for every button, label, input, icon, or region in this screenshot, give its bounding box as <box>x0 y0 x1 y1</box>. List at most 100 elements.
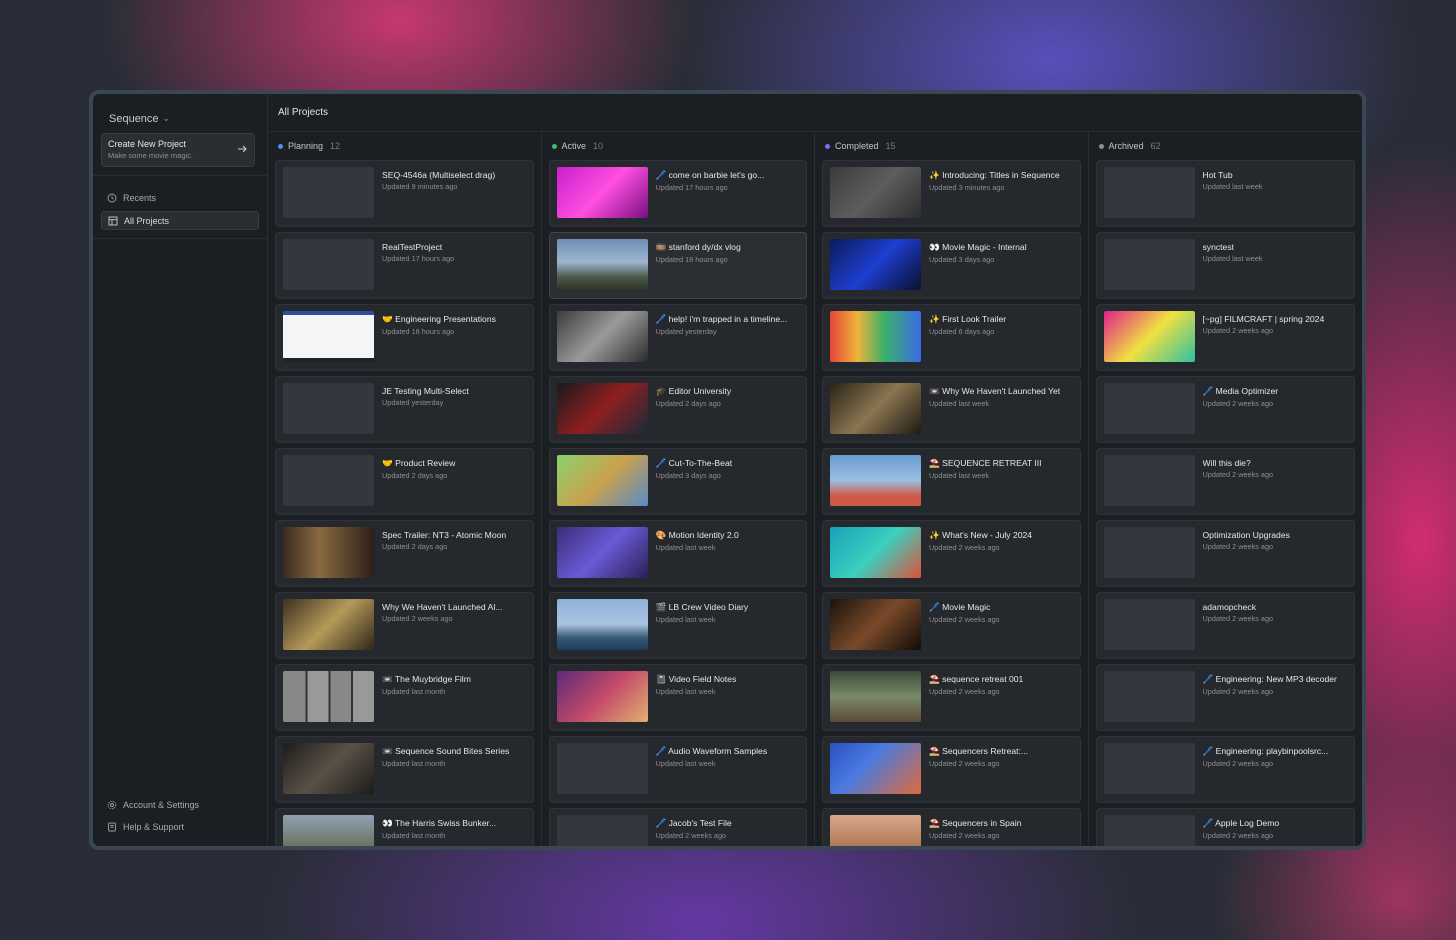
project-card[interactable]: Spec Trailer: NT3 - Atomic Moon Updated 2… <box>275 520 534 587</box>
project-updated: Updated last week <box>655 687 716 696</box>
status-dot <box>278 143 283 149</box>
project-thumbnail <box>556 383 648 434</box>
project-card[interactable]: 📼 Why We Haven't Launched Yet Updated las… <box>822 376 1081 443</box>
project-title: 🖊️ help! i'm trapped in a timeline... <box>655 314 788 324</box>
project-title: Spec Trailer: NT3 - Atomic Moon <box>382 530 507 540</box>
project-card[interactable]: Hot Tub Updated last week <box>1095 160 1355 227</box>
project-card[interactable]: 🖊️ Movie Magic Updated 2 weeks ago <box>822 592 1081 659</box>
project-title: 📓 Video Field Notes <box>655 674 737 684</box>
status-dot <box>1098 143 1104 149</box>
project-card[interactable]: 👀 Movie Magic - Internal Updated 3 days a… <box>822 232 1081 299</box>
project-card[interactable]: RealTestProject Updated 17 hours ago <box>275 232 534 299</box>
sidebar-item-all-projects[interactable]: All Projects <box>101 211 259 230</box>
project-thumbnail <box>556 239 648 290</box>
project-card[interactable]: 🖊️ Cut-To-The-Beat Updated 3 days ago <box>548 448 807 515</box>
project-title: RealTestProject <box>382 242 443 252</box>
project-card[interactable]: 🖊️ Jacob's Test File Updated 2 weeks ago <box>548 808 807 846</box>
project-card[interactable]: JE Testing Multi-Select Updated yesterday <box>275 376 534 443</box>
project-thumbnail <box>830 311 921 362</box>
project-meta: 🎞️ stanford dy/dx vlog Updated 18 hours a… <box>656 239 800 292</box>
project-card[interactable]: synctest Updated last week <box>1095 232 1355 299</box>
project-thumbnail <box>830 455 921 506</box>
project-card[interactable]: ⛱️ Sequencers Retreat:... Updated 2 weeks… <box>822 736 1081 803</box>
project-updated: Updated last week <box>929 471 990 480</box>
project-card[interactable]: 🎨 Motion Identity 2.0 Updated last week <box>548 520 807 587</box>
project-meta: 🖊️ Engineering: New MP3 decoder Updated 2… <box>1203 671 1348 724</box>
column-count: 12 <box>330 141 341 151</box>
column-header: Archived 62 <box>1096 132 1356 160</box>
arrow-right-icon <box>238 145 247 153</box>
project-title: 🤝 Engineering Presentations <box>382 314 496 324</box>
sidebar-bottom: Account & Settings Help & Support <box>101 792 255 836</box>
project-updated: Updated 2 weeks ago <box>1202 326 1274 335</box>
project-card[interactable]: 🤝 Product Review Updated 2 days ago <box>275 448 534 515</box>
project-updated: Updated 2 weeks ago <box>929 759 1000 768</box>
project-updated: Updated last week <box>1202 182 1263 191</box>
project-card[interactable]: ⛱️ SEQUENCE RETREAT III Updated last week <box>822 448 1081 515</box>
project-card[interactable]: ✨ What's New - July 2024 Updated 2 weeks … <box>822 520 1081 587</box>
project-card[interactable]: 🖊️ Audio Waveform Samples Updated last we… <box>548 736 807 803</box>
column-header: Planning 12 <box>275 132 534 160</box>
project-card[interactable]: Why We Haven't Launched Al... Updated 2 w… <box>275 592 534 659</box>
project-card[interactable]: 📼 The Muybridge Film Updated last month <box>275 664 534 731</box>
project-meta: SEQ-4546a (Multiselect drag) Updated 9 mi… <box>382 167 526 220</box>
project-updated: Updated 2 weeks ago <box>382 614 453 623</box>
project-card[interactable]: 🖊️ Engineering: New MP3 decoder Updated 2… <box>1095 664 1355 731</box>
project-card[interactable]: adamopcheck Updated 2 weeks ago <box>1095 592 1355 659</box>
project-meta: adamopcheck Updated 2 weeks ago <box>1203 599 1348 652</box>
project-meta: ⛱️ SEQUENCE RETREAT III Updated last week <box>929 455 1073 508</box>
column-archived: Archived 62 Hot Tub Updated last week syncte… <box>1089 132 1363 846</box>
project-title: SEQ-4546a (Multiselect drag) <box>382 170 496 180</box>
project-card[interactable]: 🖊️ Engineering: playbinpoolsrc... Updated… <box>1095 736 1355 803</box>
project-title: ⛱️ Sequencers in Spain <box>929 818 1022 828</box>
sidebar-item-account-settings[interactable]: Account & Settings <box>101 795 255 814</box>
column-title: Active <box>561 141 587 151</box>
project-thumbnail <box>1103 167 1195 218</box>
project-meta: 📓 Video Field Notes Updated last week <box>656 671 800 724</box>
project-card[interactable]: ✨ First Look Trailer Updated 6 days ago <box>822 304 1081 371</box>
project-card[interactable]: Optimization Upgrades Updated 2 weeks ago <box>1095 520 1355 587</box>
project-thumbnail <box>1103 815 1195 846</box>
project-title: Optimization Upgrades <box>1202 530 1290 540</box>
project-card[interactable]: 🖊️ Media Optimizer Updated 2 weeks ago <box>1095 376 1355 443</box>
project-card[interactable]: 📼 Sequence Sound Bites Series Updated las… <box>275 736 534 803</box>
column-completed: Completed 15 ✨ Introducing: Titles in Sequ… <box>815 132 1089 846</box>
project-title: [~pg] FILMCRAFT | spring 2024 <box>1202 314 1325 324</box>
project-card[interactable]: ⛱️ sequence retreat 001 Updated 2 weeks a… <box>822 664 1081 731</box>
project-card[interactable]: [~pg] FILMCRAFT | spring 2024 Updated 2 w… <box>1095 304 1355 371</box>
project-title: 🖊️ Jacob's Test File <box>655 818 732 828</box>
project-card[interactable]: SEQ-4546a (Multiselect drag) Updated 9 mi… <box>275 160 534 227</box>
create-new-project-button[interactable]: Create New Project Make some movie magic… <box>101 133 255 167</box>
project-card[interactable]: ⛱️ Sequencers in Spain Updated 2 weeks ag… <box>822 808 1081 846</box>
project-updated: Updated 2 weeks ago <box>1202 470 1274 479</box>
project-card[interactable]: 🖊️ come on barbie let's go... Updated 17 … <box>548 160 807 227</box>
project-card[interactable]: 🖊️ Apple Log Demo Updated 2 weeks ago <box>1095 808 1355 846</box>
status-dot <box>551 143 557 149</box>
project-updated: Updated 2 weeks ago <box>929 543 1000 552</box>
project-card[interactable]: 👀 The Harris Swiss Bunker... Updated last… <box>275 808 534 846</box>
sidebar-item-recents[interactable]: Recents <box>101 188 259 207</box>
project-updated: Updated last week <box>1202 254 1263 263</box>
project-card[interactable]: 🎓 Editor University Updated 2 days ago <box>548 376 807 443</box>
project-card[interactable]: 🖊️ help! i'm trapped in a timeline... Upd… <box>548 304 807 371</box>
project-meta: RealTestProject Updated 17 hours ago <box>382 239 526 292</box>
project-meta: 👀 Movie Magic - Internal Updated 3 days a… <box>929 239 1073 292</box>
project-meta: ⛱️ Sequencers Retreat:... Updated 2 weeks… <box>929 743 1073 796</box>
project-card[interactable]: Will this die? Updated 2 weeks ago <box>1095 448 1355 515</box>
project-thumbnail <box>556 815 648 846</box>
sidebar-divider <box>93 175 267 176</box>
project-card[interactable]: 🎞️ stanford dy/dx vlog Updated 18 hours a… <box>548 232 807 299</box>
project-meta: 🖊️ come on barbie let's go... Updated 17 … <box>656 167 800 220</box>
project-card[interactable]: 🎬 LB Crew Video Diary Updated last week <box>548 592 807 659</box>
project-updated: Updated last month <box>382 831 446 840</box>
project-meta: 🖊️ Apple Log Demo Updated 2 weeks ago <box>1203 815 1348 846</box>
project-meta: 🎬 LB Crew Video Diary Updated last week <box>656 599 800 652</box>
project-card[interactable]: ✨ Introducing: Titles in Sequence Updated… <box>822 160 1081 227</box>
workspace-switcher[interactable]: Sequence ⌄ <box>101 94 259 127</box>
project-updated: Updated 2 days ago <box>655 399 721 408</box>
project-card[interactable]: 🤝 Engineering Presentations Updated 18 ho… <box>275 304 534 371</box>
project-thumbnail <box>830 167 921 218</box>
project-updated: Updated 2 weeks ago <box>1202 687 1274 696</box>
sidebar-item-help-support[interactable]: Help & Support <box>101 817 255 836</box>
project-card[interactable]: 📓 Video Field Notes Updated last week <box>548 664 807 731</box>
